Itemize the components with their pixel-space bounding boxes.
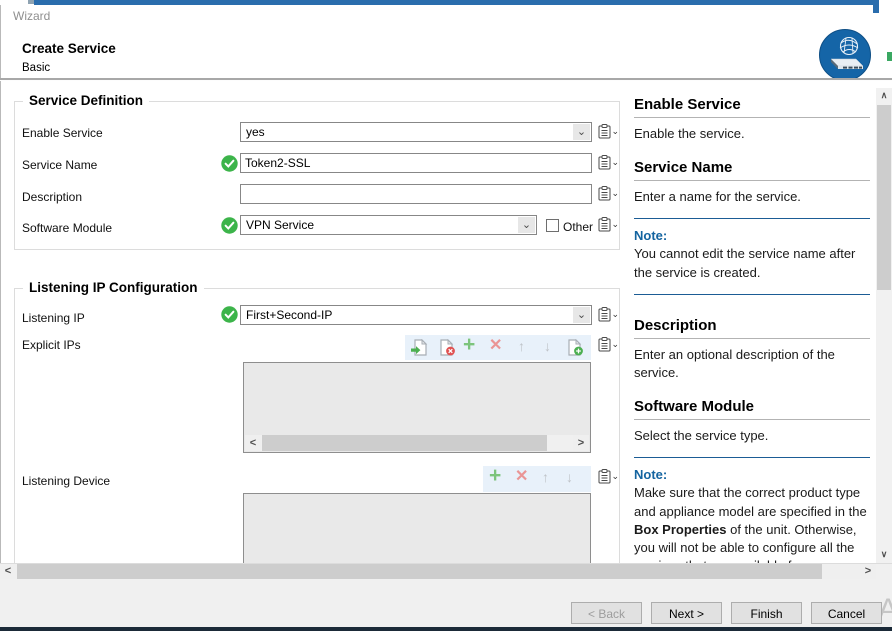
window-title: Wizard	[13, 9, 50, 23]
enable-service-combobox[interactable]: yes ⌄	[240, 122, 592, 142]
remove-file-icon[interactable]	[438, 339, 456, 361]
service-definition-title: Service Definition	[23, 93, 149, 108]
move-up-icon[interactable]: ↑	[542, 470, 549, 484]
explicit-ips-list[interactable]: < >	[243, 362, 591, 453]
chevron-down-icon[interactable]: ⌄	[573, 124, 590, 140]
help-heading: Description	[634, 317, 870, 339]
page-subtitle: Basic	[22, 62, 50, 74]
add-file-icon[interactable]	[566, 339, 584, 361]
chevron-down-icon: ⌄	[611, 310, 619, 318]
chevron-down-icon: ⌄	[611, 220, 619, 228]
service-name-label: Service Name	[22, 158, 97, 172]
listening-ip-label: Listening IP	[22, 311, 85, 325]
scroll-left-icon[interactable]: <	[245, 435, 261, 451]
vscroll-thumb[interactable]	[877, 105, 891, 290]
background-window-bottom-edge	[0, 627, 892, 631]
copy-paste-menu-icon[interactable]: ⌄	[598, 307, 618, 323]
copy-paste-menu-icon[interactable]: ⌄	[598, 469, 618, 485]
note-text: Make sure that the correct product type …	[634, 484, 870, 563]
scrollbar-corner	[876, 564, 892, 579]
move-down-icon[interactable]: ↓	[544, 339, 551, 353]
note-divider	[634, 218, 870, 219]
scroll-left-icon[interactable]: <	[0, 564, 16, 579]
chevron-down-icon: ⌄	[611, 340, 619, 348]
explicit-ips-label: Explicit IPs	[22, 338, 81, 352]
scroll-down-icon[interactable]: ∨	[876, 547, 892, 563]
note-divider	[634, 294, 870, 295]
listening-ip-combobox[interactable]: First+Second-IP ⌄	[240, 305, 592, 325]
valid-check-icon	[221, 217, 238, 234]
finish-button[interactable]: Finish	[731, 602, 802, 624]
help-text: Enable the service.	[634, 125, 870, 143]
service-name-input[interactable]	[240, 153, 592, 173]
scroll-right-icon[interactable]: >	[573, 435, 589, 451]
listening-device-label: Listening Device	[22, 474, 110, 488]
background-window-titlebar	[34, 0, 879, 5]
header-divider	[0, 78, 892, 80]
explicit-ips-hscrollbar[interactable]: < >	[245, 435, 589, 451]
help-text: Enter an optional description of the ser…	[634, 346, 870, 382]
help-heading: Service Name	[634, 159, 870, 181]
chevron-down-icon: ⌄	[611, 127, 619, 135]
note-text-part: Make sure that the correct product type …	[634, 485, 867, 518]
help-heading: Software Module	[634, 398, 870, 420]
note-text: You cannot edit the service name after t…	[634, 245, 870, 281]
main-hscrollbar[interactable]: < >	[0, 563, 892, 579]
delete-icon[interactable]: ✕	[489, 338, 502, 354]
note-divider	[634, 457, 870, 458]
footer-bar: Ac < Back Next > Finish Cancel	[0, 579, 892, 627]
help-panel: Enable Service Enable the service. Servi…	[634, 88, 874, 563]
import-file-icon[interactable]	[410, 339, 428, 361]
note-label: Note:	[634, 467, 870, 482]
note-label: Note:	[634, 228, 870, 243]
add-icon[interactable]: +	[489, 465, 501, 486]
enable-service-label: Enable Service	[22, 126, 103, 140]
help-vscrollbar[interactable]: ∧ ∨	[876, 88, 892, 563]
other-checkbox[interactable]	[546, 219, 559, 232]
wizard-dialog: Wizard Create Service Basic Service Defi…	[0, 0, 892, 631]
background-window-edge	[873, 0, 879, 13]
scroll-up-icon[interactable]: ∧	[876, 88, 892, 104]
copy-paste-menu-icon[interactable]: ⌄	[598, 186, 618, 202]
valid-check-icon	[221, 306, 238, 323]
chevron-down-icon: ⌄	[611, 472, 619, 480]
product-logo	[819, 29, 871, 81]
cancel-button[interactable]: Cancel	[811, 602, 882, 624]
hscroll-thumb[interactable]	[262, 435, 547, 451]
copy-paste-menu-icon[interactable]: ⌄	[598, 124, 618, 140]
chevron-down-icon[interactable]: ⌄	[518, 217, 535, 233]
description-input[interactable]	[240, 184, 592, 204]
valid-check-icon	[221, 155, 238, 172]
chevron-down-icon[interactable]: ⌄	[573, 307, 590, 323]
other-checkbox-label[interactable]: Other	[563, 220, 593, 234]
software-module-label: Software Module	[22, 221, 112, 235]
listening-device-list[interactable]	[243, 493, 591, 565]
chevron-down-icon: ⌄	[611, 158, 619, 166]
next-button[interactable]: Next >	[651, 602, 722, 624]
software-module-value: VPN Service	[246, 218, 314, 232]
move-up-icon[interactable]: ↑	[518, 339, 525, 353]
help-text: Select the service type.	[634, 427, 870, 445]
add-icon[interactable]: +	[463, 334, 475, 355]
hscroll-thumb[interactable]	[17, 564, 822, 579]
listening-ip-value: First+Second-IP	[246, 308, 332, 322]
listening-ip-configuration-title: Listening IP Configuration	[23, 280, 204, 295]
copy-paste-menu-icon[interactable]: ⌄	[598, 217, 618, 233]
chevron-down-icon: ⌄	[611, 189, 619, 197]
scroll-right-icon[interactable]: >	[860, 564, 876, 579]
delete-icon[interactable]: ✕	[515, 469, 528, 485]
software-module-combobox[interactable]: VPN Service ⌄	[240, 215, 537, 235]
page-title: Create Service	[22, 41, 116, 56]
help-text: Enter a name for the service.	[634, 188, 870, 206]
copy-paste-menu-icon[interactable]: ⌄	[598, 155, 618, 171]
enable-service-value: yes	[246, 125, 265, 139]
back-button[interactable]: < Back	[571, 602, 642, 624]
copy-paste-menu-icon[interactable]: ⌄	[598, 337, 618, 353]
dialog-left-border	[0, 5, 1, 627]
help-heading: Enable Service	[634, 96, 870, 118]
move-down-icon[interactable]: ↓	[566, 470, 573, 484]
note-text-bold: Box Properties	[634, 522, 726, 537]
description-label: Description	[22, 190, 82, 204]
background-artifact-icon	[887, 52, 892, 61]
